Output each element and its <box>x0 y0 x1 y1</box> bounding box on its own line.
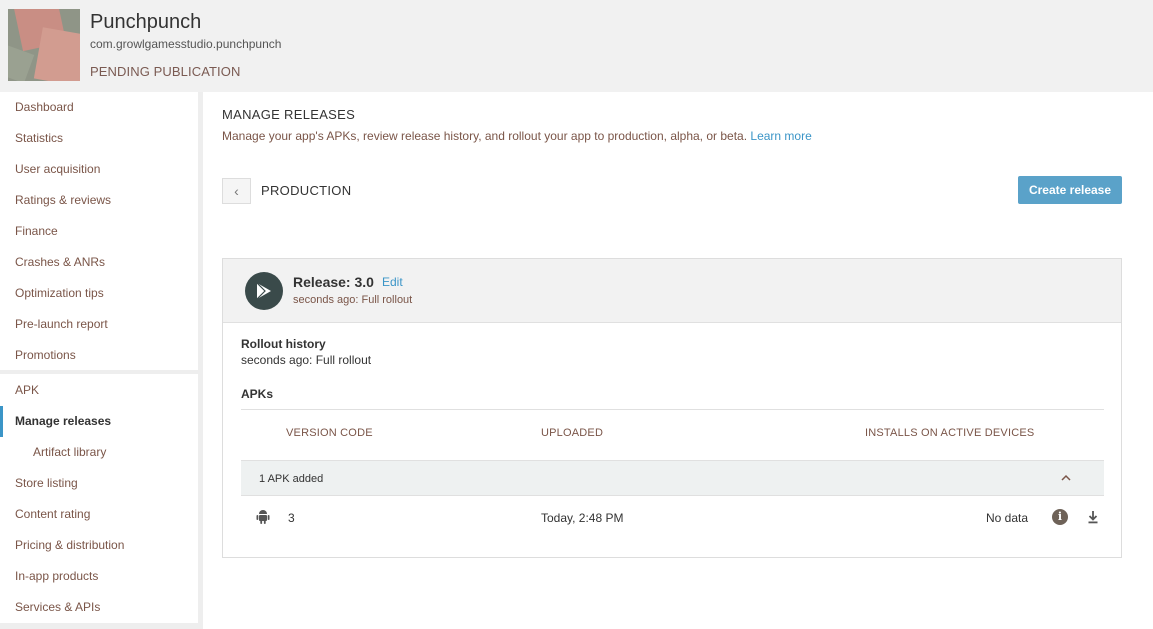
main-content: MANAGE RELEASES Manage your app's APKs, … <box>203 92 1153 629</box>
release-name: Release: 3.0 <box>293 274 374 290</box>
info-icon[interactable]: i <box>1052 509 1068 525</box>
android-icon <box>255 509 271 530</box>
column-header-uploaded: UPLOADED <box>541 427 604 439</box>
sidebar-item-in-app-products[interactable]: In-app products <box>0 561 198 592</box>
sidebar-item-user-acquisition[interactable]: User acquisition <box>0 154 198 185</box>
apks-title: APKs <box>241 387 274 401</box>
sidebar-item-pricing-distribution[interactable]: Pricing & distribution <box>0 530 198 561</box>
app-package: com.growlgamesstudio.punchpunch <box>90 37 282 51</box>
app-name: Punchpunch <box>90 11 202 33</box>
sidebar-divider-bottom <box>0 623 198 629</box>
table-divider <box>241 409 1104 410</box>
download-icon[interactable] <box>1086 509 1100 530</box>
sidebar-item-finance[interactable]: Finance <box>0 216 198 247</box>
create-release-button[interactable]: Create release <box>1018 176 1122 204</box>
page-description: Manage your app's APKs, review release h… <box>222 129 812 143</box>
page-title: MANAGE RELEASES <box>222 107 356 122</box>
app-icon <box>8 9 80 81</box>
sidebar-item-artifact-library[interactable]: Artifact library <box>0 437 198 468</box>
sidebar-item-optimization-tips[interactable]: Optimization tips <box>0 278 198 309</box>
sidebar-item-statistics[interactable]: Statistics <box>0 123 198 154</box>
release-card-header: Release: 3.0 Edit seconds ago: Full roll… <box>223 259 1121 323</box>
sidebar-item-ratings-reviews[interactable]: Ratings & reviews <box>0 185 198 216</box>
sidebar-item-promotions[interactable]: Promotions <box>0 340 198 371</box>
sidebar-item-crashes-anrs[interactable]: Crashes & ANRs <box>0 247 198 278</box>
page-description-text: Manage your app's APKs, review release h… <box>222 129 748 143</box>
column-header-installs: INSTALLS ON ACTIVE DEVICES <box>865 427 1035 439</box>
play-arrow-icon <box>245 272 283 310</box>
chevron-left-icon: ‹ <box>234 183 239 199</box>
apk-group-label: 1 APK added <box>259 473 324 485</box>
sidebar-item-store-listing[interactable]: Store listing <box>0 468 198 499</box>
app-status: PENDING PUBLICATION <box>90 64 241 79</box>
rollout-history-title: Rollout history <box>241 337 326 351</box>
chevron-up-icon[interactable] <box>1059 471 1073 485</box>
back-button[interactable]: ‹ <box>222 178 251 204</box>
app-header: Punchpunch com.growlgamesstudio.punchpun… <box>0 0 1153 92</box>
edit-release-link[interactable]: Edit <box>382 275 403 289</box>
installs-cell: No data <box>986 511 1029 525</box>
column-header-version-code: VERSION CODE <box>286 427 373 439</box>
sidebar: Dashboard Statistics User acquisition Ra… <box>0 92 203 629</box>
sidebar-divider <box>0 370 198 374</box>
uploaded-cell: Today, 2:48 PM <box>541 511 624 525</box>
learn-more-link[interactable]: Learn more <box>750 129 811 143</box>
sidebar-item-manage-releases[interactable]: Manage releases <box>0 406 198 437</box>
rollout-history-value: seconds ago: Full rollout <box>241 353 372 367</box>
sidebar-item-services-apis[interactable]: Services & APIs <box>0 592 198 623</box>
sidebar-item-apk[interactable]: APK <box>0 375 198 406</box>
release-card: Release: 3.0 Edit seconds ago: Full roll… <box>222 258 1122 558</box>
sidebar-item-pre-launch-report[interactable]: Pre-launch report <box>0 309 198 340</box>
section-title: PRODUCTION <box>261 183 352 198</box>
table-row: 3 Today, 2:48 PM No data i <box>241 496 1104 540</box>
version-code-cell: 3 <box>288 511 295 525</box>
apk-group-row: 1 APK added <box>241 460 1104 496</box>
sidebar-item-dashboard[interactable]: Dashboard <box>0 92 198 123</box>
release-subtitle: seconds ago: Full rollout <box>293 294 413 306</box>
sidebar-item-content-rating[interactable]: Content rating <box>0 499 198 530</box>
